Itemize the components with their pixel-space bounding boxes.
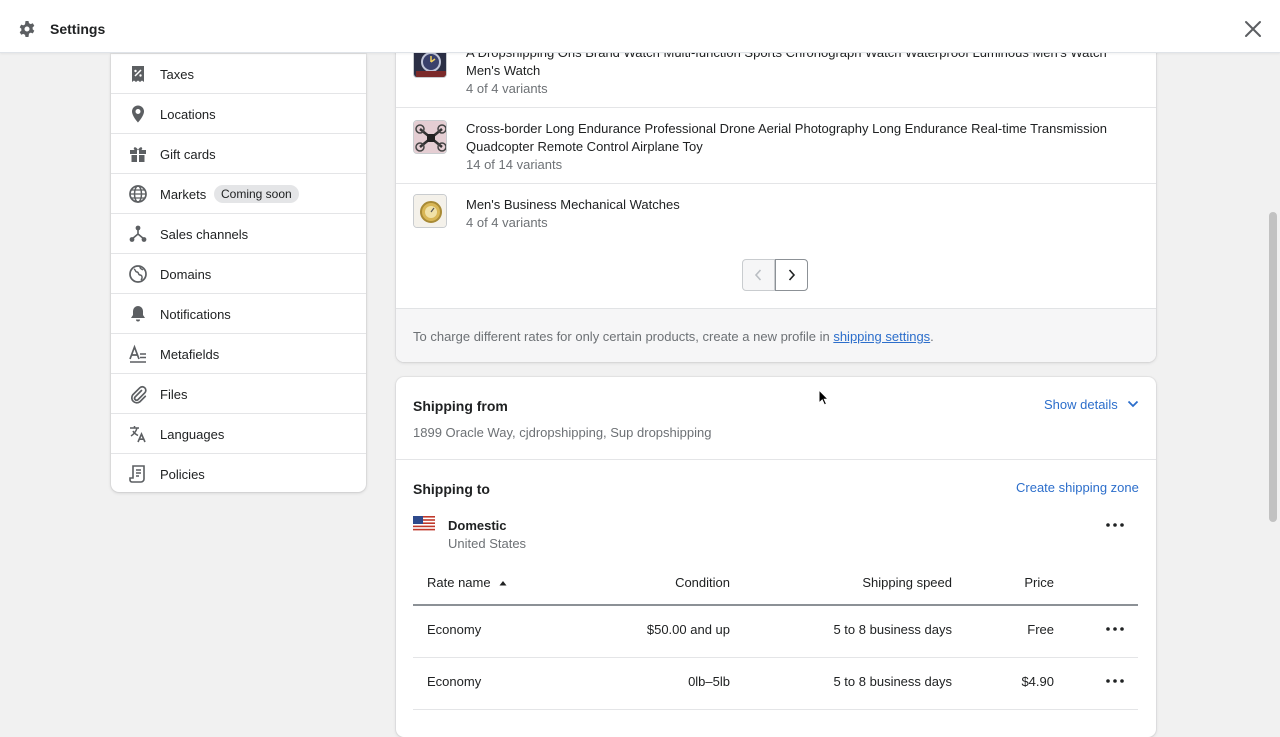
table-row-divider bbox=[413, 657, 1138, 658]
globe-icon bbox=[129, 185, 147, 203]
sidebar-item-label: Gift cards bbox=[160, 147, 216, 162]
product-row[interactable]: Men's Business Mechanical Watches 4 of 4… bbox=[396, 184, 1156, 240]
scrollbar-thumb[interactable] bbox=[1269, 212, 1277, 522]
sort-ascending-icon bbox=[499, 581, 507, 586]
settings-sidebar: Taxes Locations Gift cards Markets Comin… bbox=[111, 54, 366, 492]
rate-more-actions-icon[interactable] bbox=[1103, 621, 1127, 637]
chevron-down-icon bbox=[1128, 400, 1139, 408]
sidebar-item-metafields[interactable]: Metafields bbox=[111, 334, 366, 374]
profile-note: To charge different rates for only certa… bbox=[396, 308, 1156, 362]
sidebar-item-taxes[interactable]: Taxes bbox=[111, 54, 366, 94]
rate-speed: 5 to 8 business days bbox=[833, 622, 952, 637]
section-divider bbox=[396, 459, 1156, 460]
sidebar-item-label: Locations bbox=[160, 107, 216, 122]
product-thumbnail-drone bbox=[413, 120, 447, 154]
sidebar-item-label: Files bbox=[160, 387, 188, 402]
previous-page-button[interactable] bbox=[742, 259, 775, 291]
product-title[interactable]: Men's Business Mechanical Watches bbox=[466, 196, 1126, 214]
product-variants: 4 of 4 variants bbox=[466, 81, 548, 96]
rate-name: Economy bbox=[427, 622, 482, 637]
coming-soon-badge: Coming soon bbox=[214, 185, 299, 203]
rate-name-header[interactable]: Rate name bbox=[427, 575, 508, 590]
table-header-divider bbox=[413, 604, 1138, 606]
products-card: A Dropshipping Oris Brand Watch Multi-fu… bbox=[396, 0, 1156, 362]
shipping-settings-link[interactable]: shipping settings bbox=[833, 329, 930, 344]
show-details-label: Show details bbox=[1044, 397, 1118, 412]
rate-price: Free bbox=[1027, 622, 1054, 637]
page-title: Settings bbox=[50, 21, 106, 37]
zone-country: United States bbox=[448, 536, 527, 551]
sidebar-item-label: Markets bbox=[160, 187, 207, 202]
sidebar-item-sales-channels[interactable]: Sales channels bbox=[111, 214, 366, 254]
rate-condition: $50.00 and up bbox=[646, 622, 730, 637]
sidebar-item-locations[interactable]: Locations bbox=[111, 94, 366, 134]
sales-channels-icon bbox=[129, 225, 147, 242]
gift-icon bbox=[130, 147, 146, 162]
rate-condition: 0lb–5lb bbox=[688, 674, 730, 689]
sidebar-item-label: Notifications bbox=[160, 307, 231, 322]
zone-name: Domestic bbox=[448, 518, 507, 533]
sidebar-item-languages[interactable]: Languages bbox=[111, 414, 366, 454]
chevron-right-icon bbox=[788, 269, 796, 281]
settings-header: Settings bbox=[0, 0, 1280, 53]
product-thumbnail-mechanical-watch bbox=[413, 194, 447, 228]
product-title[interactable]: Cross-border Long Endurance Professional… bbox=[466, 120, 1126, 156]
rate-price: $4.90 bbox=[1021, 674, 1054, 689]
sidebar-item-label: Languages bbox=[160, 427, 225, 442]
gear-icon bbox=[19, 21, 35, 37]
mouse-cursor-icon bbox=[818, 389, 830, 406]
note-end: . bbox=[930, 329, 934, 344]
create-shipping-zone-link[interactable]: Create shipping zone bbox=[1016, 480, 1139, 495]
product-row[interactable]: Cross-border Long Endurance Professional… bbox=[396, 108, 1156, 184]
sidebar-item-policies[interactable]: Policies bbox=[111, 454, 366, 492]
next-page-button[interactable] bbox=[775, 259, 808, 291]
rate-speed: 5 to 8 business days bbox=[833, 674, 952, 689]
us-flag-icon bbox=[413, 516, 435, 532]
bell-icon bbox=[131, 306, 145, 322]
zone-more-actions-icon[interactable] bbox=[1103, 517, 1127, 533]
note-text: To charge different rates for only certa… bbox=[413, 329, 834, 344]
sidebar-item-label: Domains bbox=[160, 267, 212, 282]
rate-name: Economy bbox=[427, 674, 482, 689]
shipping-card: Shipping from 1899 Oracle Way, cjdropshi… bbox=[396, 377, 1156, 737]
policies-icon bbox=[129, 465, 145, 483]
domains-globe-icon bbox=[129, 265, 147, 283]
sidebar-item-markets[interactable]: Markets Coming soon bbox=[111, 174, 366, 214]
sidebar-item-files[interactable]: Files bbox=[111, 374, 366, 414]
shipping-from-title: Shipping from bbox=[413, 398, 508, 414]
shipping-speed-header: Shipping speed bbox=[862, 575, 952, 590]
price-header: Price bbox=[1024, 575, 1054, 590]
sidebar-item-domains[interactable]: Domains bbox=[111, 254, 366, 294]
translate-icon bbox=[130, 426, 146, 443]
location-pin-icon bbox=[132, 105, 144, 123]
pagination bbox=[742, 259, 808, 291]
sidebar-item-notifications[interactable]: Notifications bbox=[111, 294, 366, 334]
rate-more-actions-icon[interactable] bbox=[1103, 673, 1127, 689]
metafields-icon bbox=[129, 344, 146, 363]
rate-name-header-label: Rate name bbox=[427, 575, 491, 590]
paperclip-icon bbox=[130, 385, 147, 404]
show-details-button[interactable]: Show details bbox=[1044, 397, 1139, 412]
shipping-to-title: Shipping to bbox=[413, 481, 490, 497]
shipping-from-address: 1899 Oracle Way, cjdropshipping, Sup dro… bbox=[413, 425, 712, 440]
sidebar-item-label: Taxes bbox=[160, 67, 194, 82]
sidebar-item-label: Sales channels bbox=[160, 227, 249, 242]
product-variants: 4 of 4 variants bbox=[466, 215, 548, 230]
taxes-icon bbox=[132, 66, 144, 82]
product-variants: 14 of 14 variants bbox=[466, 157, 563, 172]
close-icon[interactable] bbox=[1242, 18, 1264, 40]
chevron-left-icon bbox=[754, 269, 762, 281]
sidebar-item-gift-cards[interactable]: Gift cards bbox=[111, 134, 366, 174]
sidebar-item-label: Metafields bbox=[160, 347, 220, 362]
table-row-divider bbox=[413, 709, 1138, 710]
sidebar-item-label: Policies bbox=[160, 467, 205, 482]
condition-header: Condition bbox=[675, 575, 730, 590]
